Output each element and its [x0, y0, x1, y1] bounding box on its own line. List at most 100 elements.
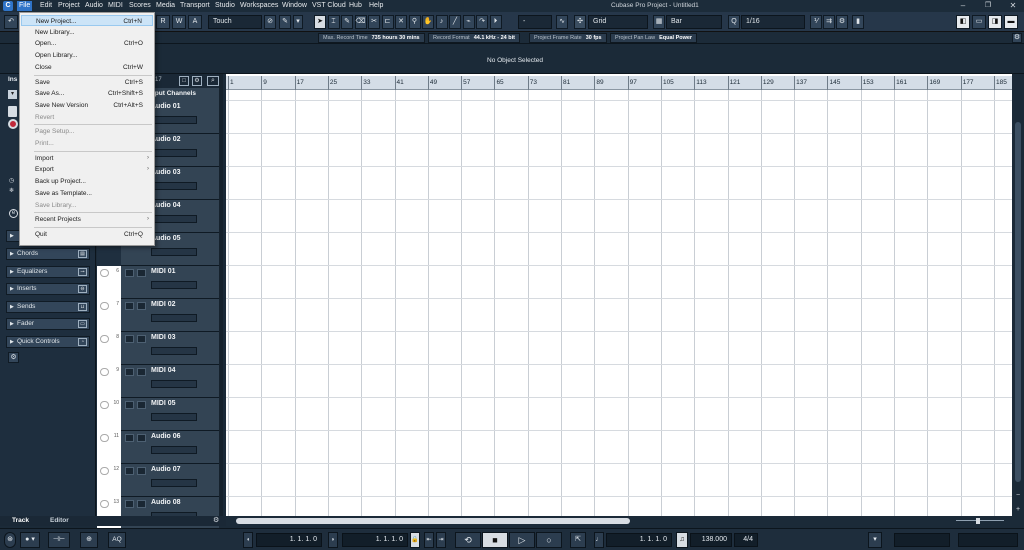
track-name[interactable]: MIDI 01	[151, 268, 176, 275]
edit-tools-icon[interactable]: ✎	[279, 15, 291, 29]
solo-button[interactable]	[137, 401, 146, 409]
left-locator-field[interactable]: 1. 1. 1. 0	[256, 533, 322, 547]
automation-mode-dropdown[interactable]: Touch	[208, 15, 262, 29]
track-name[interactable]: Audio 04	[151, 202, 181, 209]
vertical-zoom-in-icon[interactable]: +	[1014, 506, 1022, 514]
cycle-icon[interactable]: ⟲	[455, 532, 481, 548]
track-row[interactable]: 11 Audio 06	[97, 431, 219, 464]
note-icon[interactable]: ♩	[594, 532, 604, 548]
solo-button[interactable]	[137, 434, 146, 442]
metronome-icon[interactable]: ♫	[676, 532, 688, 548]
menu-audio[interactable]: Audio	[83, 1, 105, 11]
track-row[interactable]: 8 MIDI 03	[97, 332, 219, 365]
mute-tool-icon[interactable]: ✕	[395, 15, 407, 29]
eraser-tool-icon[interactable]: ⌫	[354, 15, 367, 29]
file-menu-item-save-as-template[interactable]: Save as Template...	[21, 188, 153, 199]
solo-button[interactable]	[137, 335, 146, 343]
comp-tool-icon[interactable]: ↷	[476, 15, 488, 29]
quantize-dropdown[interactable]: 1/16	[741, 15, 805, 29]
line-tool-icon[interactable]: ╱	[449, 15, 461, 29]
file-menu-item-recent-projects[interactable]: Recent Projects ›	[21, 214, 153, 225]
snap-toggle-icon[interactable]: ∿	[556, 15, 568, 29]
vertical-zoom-out-icon[interactable]: −	[1014, 492, 1022, 500]
track-select-icon[interactable]	[100, 467, 109, 475]
play-tool-icon[interactable]: ⏵	[489, 15, 502, 29]
time-warp-icon[interactable]: ⌁	[462, 15, 475, 29]
cubase-logo-icon[interactable]: C	[3, 1, 13, 11]
horizontal-scrollbar[interactable]	[226, 516, 1012, 526]
automation-w-button[interactable]: W	[172, 15, 186, 29]
quantize-options-icon[interactable]: ⅟	[810, 15, 822, 29]
track-row[interactable]: 7 MIDI 02	[97, 299, 219, 332]
mute-button[interactable]	[125, 335, 134, 343]
inspector-settings-icon[interactable]: ⚙	[8, 352, 19, 363]
track-name[interactable]: MIDI 03	[151, 334, 176, 341]
max-record-time[interactable]: Max. Record Time 735 hours 30 mins	[318, 33, 425, 43]
track-controls[interactable]	[151, 446, 197, 454]
horizontal-zoom-slider[interactable]	[956, 518, 1004, 524]
range-tool-icon[interactable]: ⌶	[327, 15, 340, 29]
file-menu-item-save-new-version[interactable]: Save New Version Ctrl+Alt+S	[21, 100, 153, 111]
inspector-section-chords[interactable]: ▶ Chords ▤	[6, 248, 90, 260]
record-format[interactable]: Record Format 44.1 kHz - 24 bit	[428, 33, 520, 43]
track-name[interactable]: Audio 01	[151, 103, 181, 110]
file-menu-item-open-library[interactable]: Open Library...	[21, 50, 153, 61]
track-controls[interactable]	[151, 281, 197, 289]
punch-in-icon[interactable]: ⇤	[424, 532, 434, 548]
mute-button[interactable]	[125, 401, 134, 409]
tracklist-search-icon[interactable]: ⌕	[207, 76, 219, 86]
freeze-icon[interactable]: ❄	[9, 187, 17, 195]
solo-button[interactable]	[137, 467, 146, 475]
mute-button[interactable]	[125, 302, 134, 310]
mute-button[interactable]	[125, 434, 134, 442]
inspector-section-inserts[interactable]: ▶ Inserts ⊖	[6, 283, 90, 296]
snap-icon[interactable]: ✣	[574, 15, 586, 29]
color-icon[interactable]: ▮	[852, 15, 864, 29]
track-name[interactable]: MIDI 02	[151, 301, 176, 308]
quantize-settings-icon[interactable]: ⚙	[836, 15, 848, 29]
track-name[interactable]: MIDI 04	[151, 367, 176, 374]
horizontal-scroll-thumb[interactable]	[236, 518, 630, 524]
track-select-icon[interactable]	[100, 335, 109, 343]
activate-project-icon[interactable]: ⊛	[4, 532, 16, 548]
track-row[interactable]: 6 MIDI 01	[97, 266, 219, 299]
quantize-icon[interactable]: Q	[728, 15, 740, 29]
audition-tool-icon[interactable]: ♪	[435, 15, 448, 29]
solo-button[interactable]	[137, 302, 146, 310]
minimize-icon[interactable]: –	[958, 1, 968, 11]
project-frame-rate[interactable]: Project Frame Rate 30 fps	[529, 33, 607, 43]
meter-icon[interactable]: ▾	[868, 532, 882, 548]
file-menu-item-quit[interactable]: Quit Ctrl+Q	[21, 229, 153, 240]
settings-small-icon[interactable]: ⊘	[264, 15, 276, 29]
file-menu-item-new-library[interactable]: New Library...	[21, 27, 153, 38]
layout-left-icon[interactable]: ◧	[956, 15, 970, 29]
split-tool-icon[interactable]: ✂	[368, 15, 380, 29]
tracklist-settings-icon[interactable]: □	[179, 76, 189, 86]
menu-midi[interactable]: MIDI	[106, 1, 125, 11]
track-name[interactable]: Audio 07	[151, 466, 181, 473]
record-button[interactable]: ○	[536, 532, 562, 548]
tool-dropdown-icon[interactable]: ▾	[293, 15, 303, 29]
track-name[interactable]: Audio 06	[151, 433, 181, 440]
menu-workspaces[interactable]: Workspaces	[238, 1, 280, 11]
right-locator-field[interactable]: 1. 1. 1. 0	[342, 533, 408, 547]
file-menu-item-save[interactable]: Save Ctrl+S	[21, 77, 153, 88]
grid-icon[interactable]: ▦	[653, 15, 665, 29]
track-controls[interactable]	[151, 182, 197, 190]
vertical-scrollbar[interactable]: − +	[1012, 74, 1024, 526]
marker-nav-icon[interactable]: ⇱	[570, 532, 586, 548]
menu-window[interactable]: Window	[280, 1, 309, 11]
file-menu-item-close[interactable]: Close Ctrl+W	[21, 62, 153, 73]
track-controls[interactable]	[151, 215, 197, 223]
vertical-scroll-thumb[interactable]	[1015, 122, 1021, 482]
monitor-icon[interactable]: ◷	[9, 177, 17, 185]
gear-icon[interactable]: ⚙	[1012, 33, 1022, 43]
menu-project[interactable]: Project	[56, 1, 82, 11]
mute-button[interactable]	[125, 467, 134, 475]
hand-tool-icon[interactable]: ✋	[422, 15, 434, 29]
crossfade-dropdown[interactable]: -	[518, 15, 552, 29]
solo-button[interactable]	[137, 368, 146, 376]
file-menu-item-import[interactable]: Import ›	[21, 153, 153, 164]
inspector-section-fader[interactable]: ▶ Fader ▭	[6, 318, 90, 331]
quantize-apply-icon[interactable]: ⇉	[823, 15, 835, 29]
